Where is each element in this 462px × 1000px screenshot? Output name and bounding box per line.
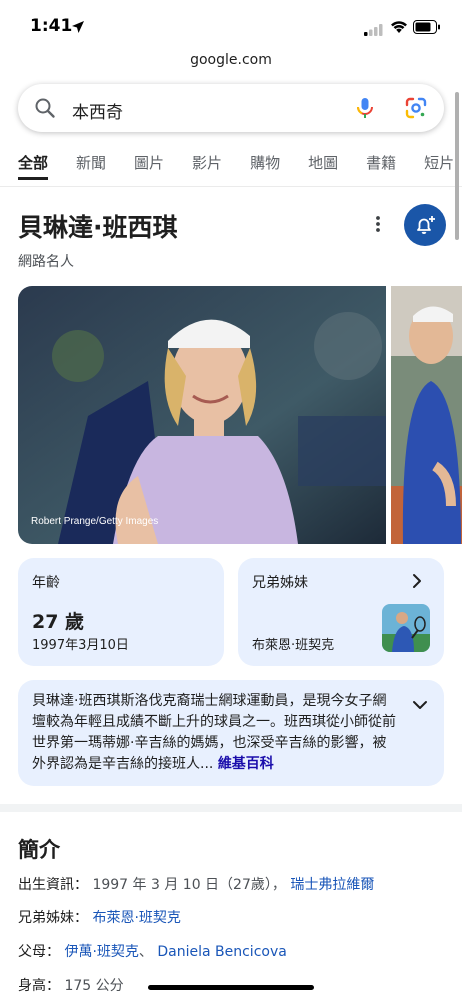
chevron-down-icon[interactable]: [412, 696, 428, 715]
tab-short-videos[interactable]: 短片: [424, 152, 454, 180]
tab-news[interactable]: 新聞: [76, 152, 106, 180]
status-bar: 1:41: [0, 0, 462, 48]
entity-subtitle: 網路名人: [18, 254, 74, 270]
sibling-label: 兄弟姊妹: [252, 575, 308, 591]
microphone-icon[interactable]: [354, 96, 376, 124]
photo-credit: Robert Prange/Getty Images: [31, 516, 158, 527]
fact-height-label: 身高：: [18, 978, 60, 994]
fact-birth: 出生資訊： 1997 年 3 月 10 日（27歲）， 瑞士弗拉維爾: [18, 874, 374, 894]
fact-birth-label: 出生資訊：: [18, 877, 88, 893]
parent-link-1[interactable]: 伊萬·班契克: [64, 944, 138, 960]
fact-birth-value: 1997 年 3 月 10 日（27歲），: [92, 877, 286, 893]
search-tabs: 全部 新聞 圖片 影片 購物 地圖 書籍 短片: [18, 152, 462, 186]
fact-parents-label: 父母：: [18, 944, 60, 960]
search-icon: [34, 97, 56, 123]
cellular-signal-icon: [364, 21, 384, 40]
follow-notification-button[interactable]: [404, 204, 446, 246]
description-body: 貝琳達·班西琪斯洛伐克裔瑞士網球運動員，是現今女子網壇較為年輕且成績不斷上升的球…: [32, 693, 396, 772]
birthplace-link[interactable]: 瑞士弗拉維爾: [290, 877, 374, 893]
sibling-photo: [382, 604, 430, 652]
sibling-link[interactable]: 布萊恩·班契克: [92, 910, 180, 926]
tab-videos[interactable]: 影片: [192, 152, 222, 180]
tab-all[interactable]: 全部: [18, 152, 49, 180]
more-options-icon[interactable]: [370, 214, 386, 238]
description-text: 貝琳達·班西琪斯洛伐克裔瑞士網球運動員，是現今女子網壇較為年輕且成績不斷上升的球…: [32, 691, 398, 775]
battery-icon: [413, 19, 441, 38]
tab-images[interactable]: 圖片: [134, 152, 164, 180]
entity-title: 貝琳達·班西琪: [18, 213, 178, 242]
location-arrow-icon: [71, 19, 85, 38]
entity-photo-main[interactable]: Robert Prange/Getty Images: [18, 286, 386, 544]
wifi-icon: [390, 19, 408, 38]
fact-siblings-label: 兄弟姊妹：: [18, 910, 88, 926]
age-value: 27 歲: [32, 611, 85, 633]
fact-siblings: 兄弟姊妹： 布萊恩·班契克: [18, 907, 181, 927]
status-time: 1:41: [30, 16, 73, 36]
entity-photo-second[interactable]: [391, 286, 462, 544]
birth-date: 1997年3月10日: [32, 638, 129, 653]
google-lens-icon[interactable]: [404, 96, 428, 124]
age-label: 年齡: [32, 575, 60, 591]
fact-parents: 父母： 伊萬·班契克、 Daniela Bencicova: [18, 941, 287, 961]
fact-height-value: 175 公分: [64, 978, 124, 994]
search-box[interactable]: 本西奇: [18, 84, 444, 132]
tab-maps[interactable]: 地圖: [308, 152, 338, 180]
parent-link-2[interactable]: Daniela Bencicova: [157, 944, 286, 960]
sibling-card[interactable]: 兄弟姊妹 布萊恩·班契克: [238, 558, 444, 666]
tabs-divider: [0, 186, 462, 187]
description-card[interactable]: 貝琳達·班西琪斯洛伐克裔瑞士網球運動員，是現今女子網壇較為年輕且成績不斷上升的球…: [18, 680, 444, 786]
search-input[interactable]: 本西奇: [72, 98, 123, 123]
wikipedia-link[interactable]: 維基百科: [218, 756, 274, 772]
page-scrollbar[interactable]: [455, 92, 459, 240]
home-indicator[interactable]: [148, 985, 314, 990]
tab-books[interactable]: 書籍: [366, 152, 396, 180]
parents-separator: 、: [138, 944, 153, 960]
bell-plus-icon: [417, 216, 435, 234]
fact-height: 身高： 175 公分: [18, 975, 124, 995]
section-divider: [0, 804, 462, 812]
tab-shopping[interactable]: 購物: [250, 152, 280, 180]
about-title: 簡介: [18, 838, 60, 862]
browser-url[interactable]: google.com: [0, 52, 462, 68]
age-card[interactable]: 年齡 27 歲 1997年3月10日: [18, 558, 224, 666]
chevron-right-icon: [410, 573, 424, 593]
sibling-name: 布萊恩·班契克: [252, 638, 335, 653]
